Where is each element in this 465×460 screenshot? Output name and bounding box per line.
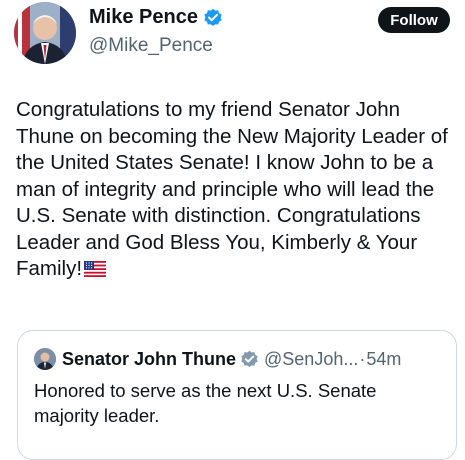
quoted-tweet-header: Senator John Thune @SenJoh... · 54m bbox=[34, 348, 401, 370]
author-handle[interactable]: @Mike_Pence bbox=[89, 35, 213, 57]
quoted-tweet-time[interactable]: 54m bbox=[366, 349, 401, 370]
author-name-row: Mike Pence bbox=[89, 6, 223, 29]
verified-badge-icon bbox=[203, 8, 223, 28]
quoted-tweet-card[interactable]: Senator John Thune @SenJoh... · 54m Hono… bbox=[17, 330, 457, 460]
author-display-name[interactable]: Mike Pence bbox=[89, 6, 198, 29]
tweet-text: Congratulations to my friend Senator Joh… bbox=[16, 97, 456, 283]
quoted-author-handle[interactable]: @SenJoh... bbox=[264, 349, 358, 370]
verified-badge-gray-icon bbox=[240, 350, 259, 369]
avatar-photo-icon bbox=[14, 2, 76, 64]
us-flag-emoji-icon bbox=[84, 261, 107, 277]
author-avatar[interactable] bbox=[14, 2, 76, 64]
time-separator: · bbox=[359, 348, 366, 369]
quoted-avatar-photo-icon bbox=[34, 348, 56, 370]
quoted-tweet-text: Honored to serve as the next U.S. Senate… bbox=[34, 380, 377, 426]
tweet-body: Congratulations to my friend Senator Joh… bbox=[16, 98, 448, 280]
quoted-author-avatar[interactable] bbox=[34, 348, 56, 370]
follow-button[interactable]: Follow bbox=[378, 7, 450, 33]
quoted-author-display-name[interactable]: Senator John Thune bbox=[62, 349, 236, 370]
